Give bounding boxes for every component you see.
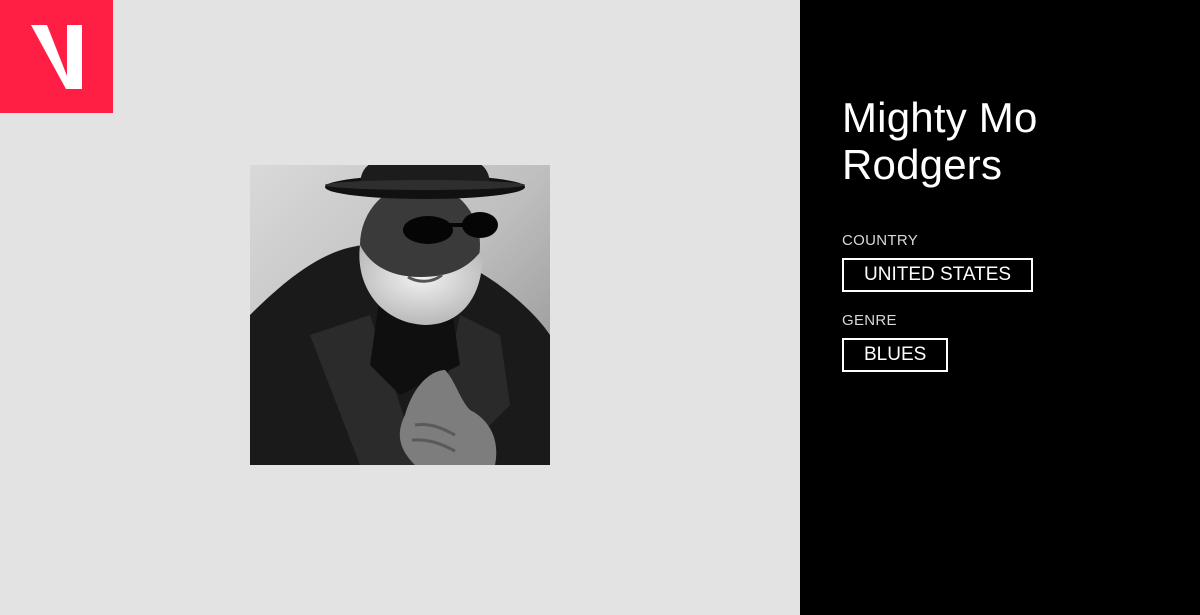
artist-portrait-image xyxy=(250,165,550,465)
brand-logo[interactable] xyxy=(0,0,113,113)
country-tag[interactable]: UNITED STATES xyxy=(842,258,1034,292)
artist-photo xyxy=(250,165,550,465)
artist-name: Mighty Mo Rodgers xyxy=(842,94,1038,188)
country-label: COUNTRY xyxy=(842,232,918,249)
artist-page: Mighty Mo Rodgers COUNTRY UNITED STATES … xyxy=(0,0,1200,615)
artist-info-panel: Mighty Mo Rodgers COUNTRY UNITED STATES … xyxy=(800,0,1200,615)
artist-media-panel xyxy=(0,0,800,615)
genre-label: GENRE xyxy=(842,312,897,329)
genre-tag[interactable]: BLUES xyxy=(842,338,949,372)
v-logo-icon xyxy=(31,25,82,89)
